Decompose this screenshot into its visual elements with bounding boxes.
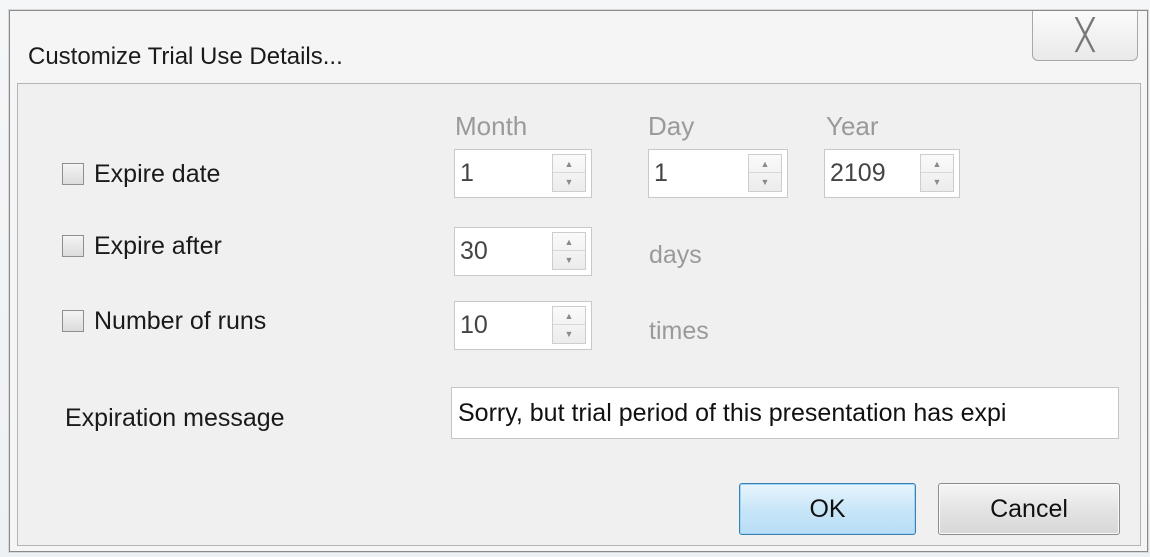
times-unit-label: times: [649, 317, 709, 345]
month-value: 1: [460, 159, 474, 187]
close-icon: ╳: [1075, 19, 1095, 52]
year-spin-buttons: ▲ ▼: [920, 154, 954, 192]
expire-after-up-arrow-icon[interactable]: ▲: [553, 233, 585, 251]
dialog-title: Customize Trial Use Details...: [28, 43, 343, 70]
expire-after-checkbox[interactable]: [62, 235, 84, 257]
number-of-runs-value: 10: [460, 311, 488, 339]
year-column-header: Year: [826, 111, 879, 141]
day-spin-buttons: ▲ ▼: [748, 154, 782, 192]
month-spinner[interactable]: 1 ▲ ▼: [454, 149, 592, 198]
number-of-runs-row[interactable]: Number of runs: [62, 307, 266, 335]
month-column-header: Month: [455, 111, 528, 141]
customize-trial-dialog: Customize Trial Use Details... ╳ Month D…: [9, 10, 1148, 552]
month-down-arrow-icon[interactable]: ▼: [553, 173, 585, 191]
expire-after-value: 30: [460, 237, 488, 265]
number-of-runs-label: Number of runs: [94, 306, 267, 335]
year-spinner[interactable]: 2109 ▲ ▼: [824, 149, 960, 198]
number-of-runs-down-arrow-icon[interactable]: ▼: [553, 325, 585, 343]
expire-after-spin-buttons: ▲ ▼: [552, 232, 586, 270]
year-up-arrow-icon[interactable]: ▲: [921, 155, 953, 173]
dialog-content: Month Day Year Expire date 1 ▲ ▼ 1 ▲ ▼ 2…: [17, 83, 1141, 546]
days-unit-label: days: [649, 241, 702, 269]
expire-date-label: Expire date: [94, 159, 221, 188]
expire-after-down-arrow-icon[interactable]: ▼: [553, 251, 585, 269]
number-of-runs-checkbox[interactable]: [62, 310, 84, 332]
month-up-arrow-icon[interactable]: ▲: [553, 155, 585, 173]
title-bar[interactable]: Customize Trial Use Details... ╳: [10, 11, 1147, 81]
day-spinner[interactable]: 1 ▲ ▼: [648, 149, 788, 198]
expire-date-row[interactable]: Expire date: [62, 160, 220, 188]
expire-after-row[interactable]: Expire after: [62, 232, 222, 260]
expire-date-checkbox[interactable]: [62, 163, 84, 185]
number-of-runs-spinner[interactable]: 10 ▲ ▼: [454, 301, 592, 350]
day-up-arrow-icon[interactable]: ▲: [749, 155, 781, 173]
expiration-message-input[interactable]: Sorry, but trial period of this presenta…: [451, 387, 1119, 439]
expiration-message-text: Sorry, but trial period of this presenta…: [458, 399, 1007, 427]
month-spin-buttons: ▲ ▼: [552, 154, 586, 192]
ok-button-label: OK: [809, 494, 846, 523]
ok-button[interactable]: OK: [739, 483, 916, 535]
expiration-message-label: Expiration message: [65, 404, 285, 432]
year-value: 2109: [830, 159, 886, 187]
expire-after-spinner[interactable]: 30 ▲ ▼: [454, 227, 592, 276]
number-of-runs-spin-buttons: ▲ ▼: [552, 306, 586, 344]
year-down-arrow-icon[interactable]: ▼: [921, 173, 953, 191]
cancel-button-label: Cancel: [990, 494, 1068, 523]
expire-after-label: Expire after: [94, 231, 222, 260]
day-value: 1: [654, 159, 668, 187]
cancel-button[interactable]: Cancel: [938, 483, 1120, 535]
day-column-header: Day: [648, 111, 695, 141]
number-of-runs-up-arrow-icon[interactable]: ▲: [553, 307, 585, 325]
day-down-arrow-icon[interactable]: ▼: [749, 173, 781, 191]
close-button[interactable]: ╳: [1032, 11, 1138, 61]
